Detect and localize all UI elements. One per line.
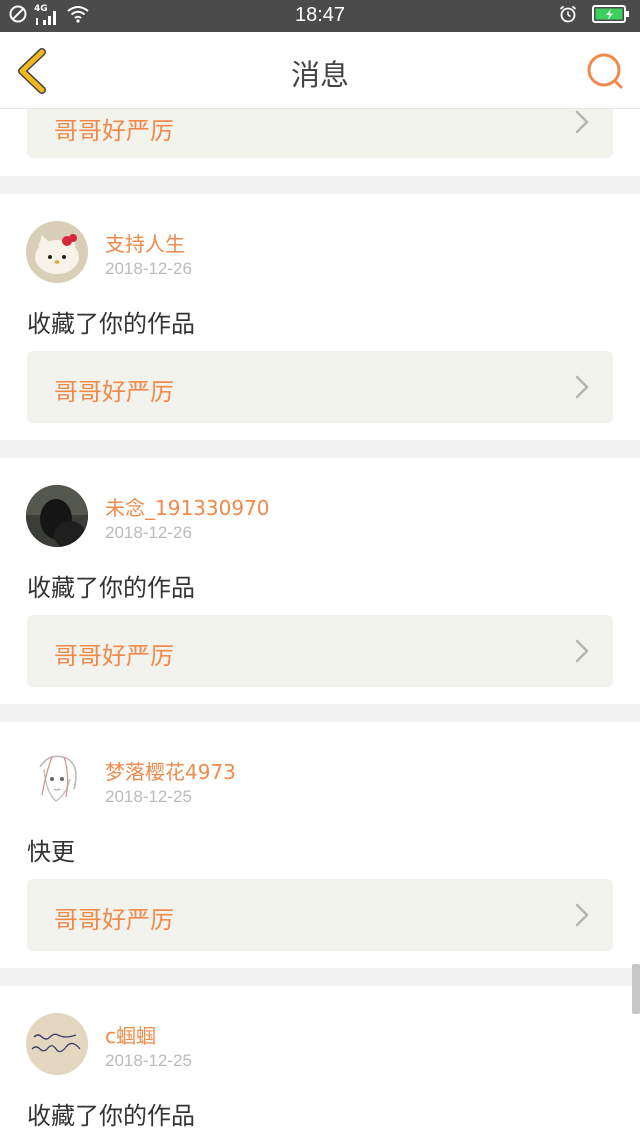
chevron-right-icon	[575, 375, 589, 399]
date: 2018-12-26	[105, 259, 192, 278]
list-item: 支持人生 2018-12-26 收藏了你的作品 哥哥好严厉	[0, 194, 640, 440]
battery-charging-icon	[592, 4, 630, 28]
avatar[interactable]	[26, 749, 88, 811]
chevron-right-icon	[575, 903, 589, 927]
message-text: 收藏了你的作品	[27, 574, 195, 602]
username[interactable]: 支持人生	[105, 228, 185, 257]
alarm-clock-icon	[558, 4, 578, 28]
work-title: 哥哥好严厉	[54, 906, 174, 934]
header-bar: 消息	[0, 32, 640, 109]
message-list[interactable]: 哥哥好严厉 支持人生 2018-12-26 收藏了你的作品 哥哥好严厉 未念_1…	[0, 32, 640, 1138]
work-link[interactable]: 哥哥好严厉	[27, 615, 613, 687]
username[interactable]: c蝈蝈	[105, 1020, 156, 1049]
status-bar: 4G 18:47	[0, 0, 640, 32]
avatar[interactable]	[26, 1013, 88, 1075]
work-title: 哥哥好严厉	[54, 378, 174, 406]
work-title: 哥哥好严厉	[54, 117, 174, 145]
date: 2018-12-25	[105, 787, 192, 806]
username[interactable]: 未念_191330970	[105, 492, 270, 521]
date: 2018-12-26	[105, 523, 192, 542]
search-button[interactable]	[584, 50, 628, 94]
list-item: 未念_191330970 2018-12-26 收藏了你的作品 哥哥好严厉	[0, 458, 640, 704]
anime-sketch-avatar-icon	[26, 749, 88, 811]
work-link[interactable]: 哥哥好严厉	[27, 351, 613, 423]
message-text: 快更	[27, 838, 75, 866]
username[interactable]: 梦落樱花4973	[105, 756, 236, 785]
chevron-right-icon	[575, 110, 589, 134]
dark-photo-avatar-icon	[26, 485, 88, 547]
date: 2018-12-25	[105, 1051, 192, 1070]
hello-kitty-avatar-icon	[26, 221, 88, 283]
avatar[interactable]	[26, 221, 88, 283]
scrollbar-thumb[interactable]	[632, 964, 640, 1014]
status-right	[558, 5, 630, 27]
list-item: 梦落樱花4973 2018-12-25 快更 哥哥好严厉	[0, 722, 640, 968]
message-text: 收藏了你的作品	[27, 310, 195, 338]
avatar[interactable]	[26, 485, 88, 547]
work-link[interactable]: 哥哥好严厉	[27, 879, 613, 951]
work-title: 哥哥好严厉	[54, 642, 174, 670]
status-time: 18:47	[294, 4, 346, 26]
page-title: 消息	[290, 58, 349, 92]
list-item: c蝈蝈 2018-12-25 收藏了你的作品	[0, 986, 640, 1138]
message-text: 收藏了你的作品	[27, 1102, 195, 1130]
handwriting-avatar-icon	[26, 1013, 88, 1075]
chevron-right-icon	[575, 639, 589, 663]
search-icon	[587, 53, 623, 89]
